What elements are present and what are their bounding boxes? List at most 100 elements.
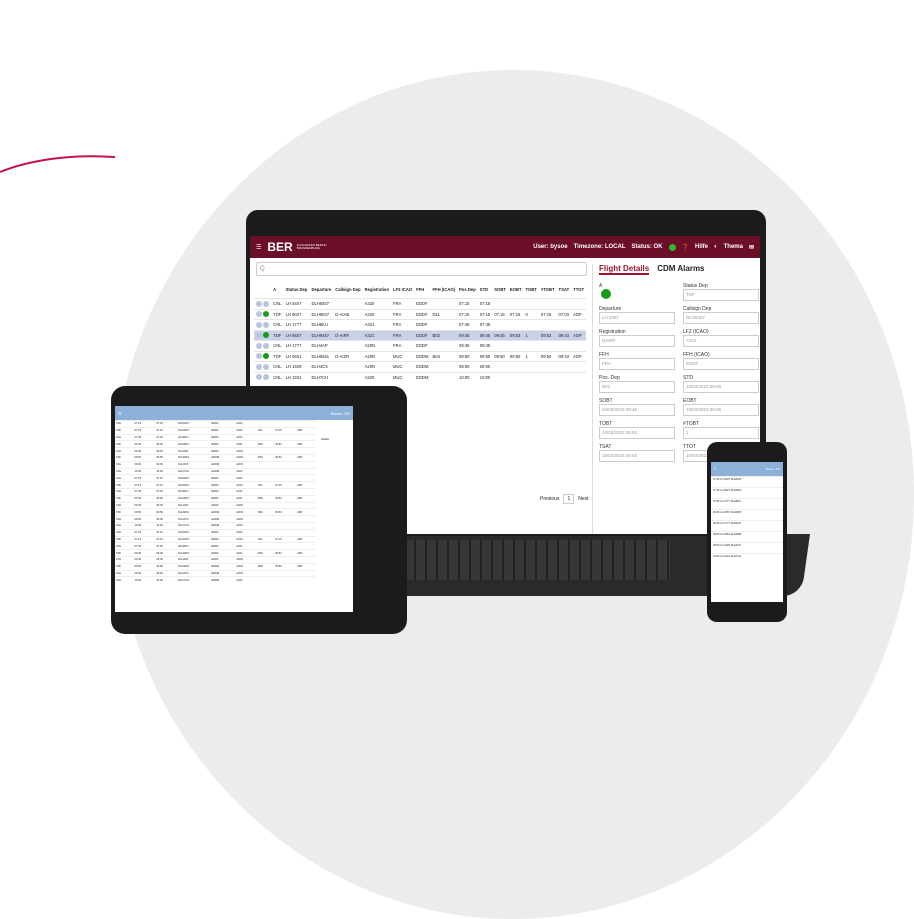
table-row[interactable]: CNL 07:45 07:45 DLH8KU EDDF A321: [115, 542, 315, 550]
table-row[interactable]: TDF 09:45 09:45 DLH9457 EDDF A321 B02 09:53 ADP: [115, 440, 315, 448]
column-header[interactable]: Callsign Dep: [333, 280, 362, 299]
table-row[interactable]: CNL 09:00 09:00 DLH4CX EDDM A20N: [115, 569, 315, 577]
table-cell: FRA: [391, 298, 415, 309]
column-header[interactable]: STD: [478, 280, 492, 299]
table-cell: 07:45: [133, 433, 156, 441]
column-header[interactable]: FFH: [414, 280, 430, 299]
table-row[interactable]: CNL 10:00 10:00 DLH7CH EDDM A320: [115, 467, 315, 475]
table-row[interactable]: TDF LH 9457 DLH9457 D-AIRF A321 FRA EDDF B02 09:…: [254, 329, 587, 341]
table-cell: [274, 487, 297, 496]
list-item[interactable]: 09:45 LH 9457 DLH9457: [711, 509, 783, 520]
table-row[interactable]: CNL LH 1929 DLH4CX A20N MUC EDDM 09:00 09:00: [254, 361, 587, 372]
field-input[interactable]: FRA: [599, 358, 675, 370]
field-input[interactable]: 10/03/2023 09:53: [599, 450, 675, 462]
table-row[interactable]: TDF 09:50 09:50 DLH9451 EDDM A20N B04 09:50 ADP: [115, 508, 315, 516]
field-input[interactable]: TDF: [683, 289, 759, 301]
column-header[interactable]: FFH (ICAO): [430, 280, 457, 299]
field-input[interactable]: 10/03/2023 09:45: [683, 381, 759, 393]
column-header[interactable]: Departure: [309, 280, 333, 299]
column-header[interactable]: SOBT: [492, 280, 508, 299]
table-row[interactable]: TDF 07:15 07:15 DLH9027 EDDF A320 D11 07:15 ADP: [115, 535, 315, 543]
field-input[interactable]: A321: [683, 335, 759, 347]
table-cell: EDDM: [414, 361, 431, 372]
table-row[interactable]: CNL 07:15 07:15 DLH5407 EDDF A320: [115, 528, 315, 537]
table-row[interactable]: CNL 09:45 09:45 DLH4AP EDDF A20N: [115, 555, 315, 564]
column-header[interactable]: Registration: [363, 280, 391, 299]
tab-flight-details[interactable]: Flight Details: [599, 264, 650, 275]
table-row[interactable]: TDF LH 9451 DLH9451 D-AIZR A20N MUC EDDM B04 09:…: [254, 350, 587, 362]
field-input[interactable]: DLH9457: [683, 312, 759, 324]
table-cell: EDDF: [414, 298, 431, 309]
table-row[interactable]: CNL LH 1777 DLH4AP A20N FRA EDDF 09:45 09:45: [254, 340, 587, 351]
table-row[interactable]: CNL LH 1931 DLH7CH A320 MUC EDDM 10:00 10:00: [254, 371, 587, 382]
column-header[interactable]: #TOBT: [539, 280, 557, 299]
table-row[interactable]: CNL 09:00 09:00 DLH4CX EDDM A20N: [115, 515, 315, 523]
column-header[interactable]: Status Dep: [284, 280, 310, 299]
table-row[interactable]: CNL 10:00 10:00 DLH7CH EDDM A320: [115, 521, 315, 530]
field-input[interactable]: 10/03/2023 09:53: [599, 427, 675, 439]
list-item[interactable]: 07:45 LH 1777 DLH8KU: [711, 498, 783, 509]
table-row[interactable]: CNL 09:00 09:00 DLH4CX EDDM A20N: [115, 460, 315, 469]
list-item[interactable]: 07:15 LH 9027 DLH9027: [711, 487, 783, 498]
table-row[interactable]: CNL LH 1777 DLH8KU A321 FRA EDDF 07:45 07:45: [254, 319, 587, 330]
menu-icon[interactable]: ☰: [256, 244, 261, 251]
table-row[interactable]: CNL 09:45 09:45 DLH4AP EDDF A20N: [115, 447, 315, 455]
theme-link[interactable]: Thema: [724, 244, 743, 250]
phone-menu-icon[interactable]: ☰: [714, 467, 717, 471]
table-cell: [296, 447, 315, 455]
field-input[interactable]: B02: [599, 381, 675, 393]
table-row[interactable]: TDF 09:50 09:50 DLH9451 EDDM A20N B04 09:50 ADP: [115, 562, 315, 571]
field-input[interactable]: [599, 289, 675, 299]
table-cell: DLH4AP: [309, 340, 334, 351]
help-icon[interactable]: ❓: [682, 244, 689, 251]
column-header[interactable]: LF2 ICAO: [391, 280, 414, 299]
table-row[interactable]: CNL 10:00 10:00 DLH7CH EDDM A320: [115, 576, 315, 584]
table-row[interactable]: CNL 07:45 07:45 DLH8KU EDDF A321: [115, 433, 315, 441]
field-input[interactable]: 10/03/2023 09:45: [683, 404, 759, 416]
help-link[interactable]: Hilfe: [695, 244, 708, 250]
tablet-menu-icon[interactable]: ☰: [118, 411, 122, 416]
table-row[interactable]: TDF 07:15 07:15 DLH9027 EDDF A320 D11 07:15 ADP: [115, 426, 315, 435]
table-cell: 07:15: [155, 528, 178, 537]
field-input[interactable]: 10/03/2023 09:45: [599, 404, 675, 416]
field-input[interactable]: 1: [683, 427, 759, 439]
field-input[interactable]: DAIRF: [599, 335, 675, 347]
column-header[interactable]: EOBT: [508, 280, 524, 299]
list-item[interactable]: 10:00 LH 1931 DLH7CH: [711, 553, 783, 564]
field-input[interactable]: EDDF: [683, 358, 759, 370]
list-item[interactable]: 09:50 LH 9451 DLH9451: [711, 531, 783, 542]
table-row[interactable]: TDF 09:45 09:45 DLH9457 EDDF A321 B02 09:53 ADP: [115, 494, 315, 503]
column-header[interactable]: TOBT: [524, 280, 539, 299]
table-cell: DLH9451: [177, 453, 211, 462]
tab-cdm-alarms[interactable]: CDM Alarms: [657, 264, 704, 275]
table-row[interactable]: TDF LH 9027 DLH9027 D-AIAB A320 FRA EDDF D11 07:…: [254, 308, 587, 320]
search-input[interactable]: Q: [256, 262, 587, 276]
table-row[interactable]: CNL 09:45 09:45 DLH4AP EDDF A20N: [115, 501, 315, 509]
previous-button[interactable]: Previous: [540, 496, 559, 502]
table-row[interactable]: CNL 07:15 07:15 DLH5407 EDDF A320: [115, 474, 315, 482]
table-row[interactable]: CNL LH 5407 DLH5407 A320 FRA EDDF 07:15 07:15: [254, 298, 587, 309]
table-row[interactable]: TDF 09:50 09:50 DLH9451 EDDM A20N B04 09:50 ADP: [115, 453, 315, 462]
table-row[interactable]: CNL 07:45 07:45 DLH8KU EDDF A321: [115, 487, 315, 496]
table-cell: [492, 340, 508, 351]
field-input[interactable]: LH 9457: [599, 312, 675, 324]
list-item[interactable]: 09:00 LH 1929 DLH4CX: [711, 542, 783, 553]
list-item[interactable]: 07:15 LH 5407 DLH5407: [711, 476, 783, 487]
detail-field: EOBT 10/03/2023 09:45: [683, 396, 759, 416]
table-cell: 07:15: [155, 535, 178, 543]
table-cell: A320: [235, 467, 258, 475]
column-header[interactable]: TTOT: [571, 280, 586, 299]
column-header[interactable]: A: [271, 280, 283, 299]
theme-icon[interactable]: ◐: [714, 244, 718, 250]
table-cell: [556, 340, 572, 351]
table-row[interactable]: TDF 07:15 07:15 DLH9027 EDDF A320 D11 07:15 ADP: [115, 481, 315, 489]
column-header[interactable]: TSAT: [557, 280, 572, 299]
mail-icon[interactable]: ✉: [749, 244, 754, 251]
table-row[interactable]: CNL 07:15 07:15 DLH5407 EDDF A320: [115, 420, 315, 428]
table-cell: [538, 319, 557, 330]
next-button[interactable]: Next: [578, 496, 588, 502]
list-item[interactable]: 09:45 LH 1777 DLH4AP: [711, 520, 783, 531]
page-number[interactable]: 1: [563, 494, 575, 504]
table-row[interactable]: TDF 09:45 09:45 DLH9457 EDDF A321 B02 09:53 ADP: [115, 549, 315, 557]
column-header[interactable]: Pos Dep: [457, 280, 478, 299]
